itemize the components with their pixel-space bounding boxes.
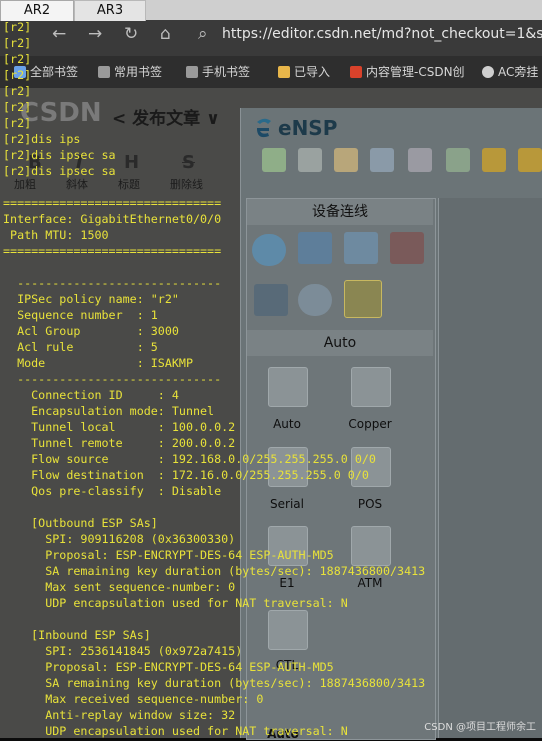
terminal-line: [r2] [3, 68, 32, 82]
terminal-line: Qos pre-classify : Disable [3, 484, 222, 498]
watermark: CSDN @项目工程师余工 [424, 722, 536, 733]
terminal-line: Acl Group : 3000 [3, 324, 179, 338]
terminal-line: Path MTU: 1500 [3, 228, 109, 242]
terminal-line: Interface: GigabitEthernet0/0/0 [3, 212, 222, 226]
terminal-line: SA remaining key duration (bytes/sec): 1… [3, 564, 426, 578]
terminal-line: Acl rule : 5 [3, 340, 158, 354]
terminal-line: Proposal: ESP-ENCRYPT-DES-64 ESP-AUTH-MD… [3, 548, 334, 562]
terminal-line: Flow destination : 172.16.0.0/255.255.25… [3, 468, 369, 482]
terminal-line: [r2] [3, 84, 32, 98]
terminal-line: SPI: 2536141845 (0x972a7415) [3, 644, 243, 658]
terminal-line: ----------------------------- [3, 276, 222, 290]
terminal-line: [r2] [3, 52, 32, 66]
terminal-line: Flow source : 192.168.0.0/255.255.255.0 … [3, 452, 376, 466]
terminal-line: IPSec policy name: "r2" [3, 292, 179, 306]
terminal-line: [r2] [3, 36, 32, 50]
terminal-line: Tunnel local : 100.0.0.2 [3, 420, 236, 434]
terminal-line: =============================== [3, 196, 222, 210]
terminal-line: [r2] [3, 116, 32, 130]
terminal-line: Max sent sequence-number: 0 [3, 580, 236, 594]
terminal-output[interactable]: [r2] [r2] [r2] [r2] [r2] [r2] [r2] [r2]dis ips [… [3, 19, 542, 738]
terminal-line: Mode : ISAKMP [3, 356, 193, 370]
terminal-line: SPI: 909116208 (0x36300330) [3, 532, 236, 546]
terminal-line: UDP encapsulation used for NAT traversal… [3, 596, 348, 610]
terminal-line: Encapsulation mode: Tunnel [3, 404, 215, 418]
terminal-line: SA remaining key duration (bytes/sec): 1… [3, 676, 426, 690]
terminal-line: ----------------------------- [3, 372, 222, 386]
terminal-line: [Inbound ESP SAs] [3, 628, 151, 642]
terminal-line: Tunnel remote : 200.0.0.2 [3, 436, 236, 450]
terminal-line: Max received sequence-number: 0 [3, 692, 264, 706]
terminal-line: [r2] [3, 20, 32, 34]
terminal-line: [r2] [3, 100, 32, 114]
terminal-line: [r2]dis ipsec sa [3, 164, 116, 178]
terminal-line: [r2]dis ipsec sa [3, 148, 116, 162]
terminal-line: =============================== [3, 244, 222, 258]
tab-ar2[interactable]: AR2 [0, 0, 74, 21]
terminal-line: Sequence number : 1 [3, 308, 158, 322]
terminal-line: Connection ID : 4 [3, 388, 179, 402]
terminal-line: Proposal: ESP-ENCRYPT-DES-64 ESP-AUTH-MD… [3, 660, 334, 674]
tab-ar3[interactable]: AR3 [74, 0, 146, 21]
terminal-line: [r2]dis ips [3, 132, 81, 146]
terminal-line: [Outbound ESP SAs] [3, 516, 158, 530]
